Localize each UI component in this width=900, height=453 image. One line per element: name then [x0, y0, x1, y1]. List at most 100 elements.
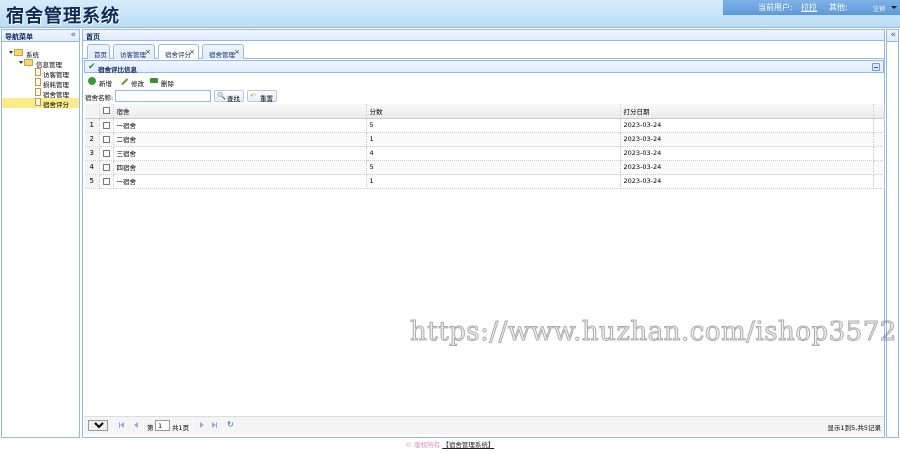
scrollbar-header-spacer [873, 104, 885, 119]
cell-date: 2023-03-24 [620, 118, 874, 133]
dorm-name-input[interactable] [115, 90, 211, 102]
tree-node-dorm-rating[interactable]: 宿舍评分 [2, 98, 79, 109]
delete-button-label: 删除 [161, 80, 174, 88]
folder-icon [24, 59, 33, 66]
nav-panel-title: 导航菜单 [5, 33, 33, 41]
nav-panel: 导航菜单 « 系统 信息管理 访客管理 损耗管理 宿舍管理 宿舍评分 [1, 29, 80, 438]
tree-node-label: 宿舍评分 [43, 101, 69, 109]
cell-spacer [873, 118, 885, 133]
cell-dorm: 三宿舍 [113, 146, 367, 161]
expand-triangle-icon[interactable] [9, 51, 13, 54]
cell-dorm: 一宿舍 [113, 118, 367, 133]
tab-strip: 首页 访客管理 × 宿舍评分 × 宿舍管理 × [82, 41, 885, 60]
center-panel-header: 首页 [82, 29, 885, 41]
cell-date: 2023-03-24 [620, 160, 874, 175]
logout-link[interactable]: 注销 [873, 4, 885, 13]
tab-dorm-rating[interactable]: 宿舍评分 × [158, 44, 199, 60]
expand-triangle-icon[interactable] [19, 61, 23, 64]
row-checkbox[interactable] [99, 174, 114, 189]
edit-button-label: 修改 [131, 80, 144, 88]
grid-panel-header: ✔ 宿舍评比信息 [84, 60, 884, 74]
chevron-down-icon[interactable] [891, 6, 897, 9]
cell-score: 1 [366, 132, 621, 147]
cell-dorm: 四宿舍 [113, 160, 367, 175]
table-row[interactable]: 3 三宿舍 4 2023-03-24 [85, 146, 885, 161]
last-page-bar [216, 422, 217, 428]
footer: © 版权所有 【宿舍管理系统】 [0, 439, 900, 453]
column-header-date[interactable]: 打分日期 [620, 104, 874, 119]
first-page-icon[interactable] [120, 422, 124, 428]
table-row[interactable]: 1 一宿舍 5 2023-03-24 [85, 118, 885, 133]
tree-node-info-management[interactable]: 信息管理 [2, 58, 79, 69]
prev-page-icon[interactable] [134, 422, 138, 428]
east-panel-header: « [887, 30, 898, 42]
footer-link[interactable]: 【宿舍管理系统】 [442, 441, 494, 449]
pager-separator [113, 420, 114, 432]
tree-node-system[interactable]: 系统 [2, 48, 79, 59]
tab-label: 首页 [94, 51, 107, 59]
row-checkbox[interactable] [99, 118, 114, 133]
user-bar: 当前用户: 拉拉 其他: 注销 [723, 0, 900, 15]
cell-date: 2023-03-24 [620, 174, 874, 189]
east-panel: « [886, 29, 899, 438]
grid-panel-title: 宿舍评比信息 [98, 66, 137, 74]
close-icon[interactable]: × [145, 48, 151, 56]
column-header-dorm[interactable]: 宿舍 [113, 104, 367, 119]
edit-button[interactable]: 修改 [119, 76, 150, 88]
pagination-bar: 5 第 共1页 ↻ 显示1到5,共5记录 [84, 416, 884, 434]
pager-separator [143, 420, 144, 432]
search-button[interactable]: 🔍 查找 [214, 90, 244, 103]
next-page-icon[interactable] [200, 422, 204, 428]
cell-score: 5 [366, 118, 621, 133]
cell-spacer [873, 132, 885, 147]
refresh-icon[interactable]: ↻ [227, 420, 234, 429]
tree-node-loss-management[interactable]: 损耗管理 [2, 78, 79, 89]
tab-home[interactable]: 首页 [87, 44, 110, 59]
nav-tree: 系统 信息管理 访客管理 损耗管理 宿舍管理 宿舍评分 [2, 42, 79, 109]
pager-separator [222, 420, 223, 432]
tab-label: 宿舍评分 [165, 51, 191, 59]
file-icon [35, 78, 41, 86]
cell-spacer [873, 174, 885, 189]
table-row[interactable]: 2 二宿舍 1 2023-03-24 [85, 132, 885, 147]
current-user-label: 当前用户: [758, 3, 793, 12]
row-checkbox[interactable] [99, 146, 114, 161]
data-grid: 宿舍 分数 打分日期 1 一宿舍 5 2023-03-24 2 二宿舍 1 20… [85, 104, 885, 189]
current-user-name[interactable]: 拉拉 [801, 2, 817, 13]
cell-spacer [873, 146, 885, 161]
tab-visitor-management[interactable]: 访客管理 × [113, 44, 155, 59]
plus-icon [88, 77, 96, 85]
row-number: 2 [85, 132, 100, 147]
tab-label: 宿舍管理 [209, 51, 235, 59]
add-button[interactable]: 新增 [88, 76, 118, 88]
collapse-panel-button[interactable] [872, 63, 880, 71]
row-number: 1 [85, 118, 100, 133]
reset-button[interactable]: ↶ 重置 [247, 90, 277, 103]
row-checkbox[interactable] [99, 160, 114, 175]
tab-content: ✔ 宿舍评比信息 新增 修改 删除 宿舍名称: 🔍 查找 ↶ 重置 宿舍 分数 … [82, 59, 897, 438]
reset-button-label: 重置 [260, 95, 273, 103]
pager-info: 显示1到5,共5记录 [827, 424, 881, 432]
tree-node-visitor-management[interactable]: 访客管理 [2, 68, 79, 79]
expand-right-icon[interactable]: « [890, 30, 896, 40]
row-checkbox[interactable] [99, 132, 114, 147]
close-icon[interactable]: × [189, 48, 195, 56]
page-prefix: 第 [147, 424, 154, 432]
tab-dorm-management[interactable]: 宿舍管理 × [202, 44, 244, 59]
table-row[interactable]: 4 四宿舍 5 2023-03-24 [85, 160, 885, 175]
add-button-label: 新增 [99, 80, 112, 88]
select-all-checkbox[interactable] [99, 104, 114, 119]
table-row[interactable]: 5 一宿舍 1 2023-03-24 [85, 174, 885, 189]
collapse-left-icon[interactable]: « [70, 30, 76, 40]
page-size-select[interactable]: 5 [88, 420, 108, 431]
dorm-name-label: 宿舍名称: [85, 94, 114, 102]
delete-button[interactable]: 删除 [150, 76, 180, 88]
page-total: 共1页 [172, 424, 190, 432]
tree-node-dorm-management[interactable]: 宿舍管理 [2, 88, 79, 99]
page-number-input[interactable] [155, 420, 170, 431]
copyright-text: © 版权所有 [405, 441, 441, 449]
column-header-score[interactable]: 分数 [366, 104, 621, 119]
cell-score: 1 [366, 174, 621, 189]
close-icon[interactable]: × [234, 48, 240, 56]
search-row: 宿舍名称: 🔍 查找 ↶ 重置 [84, 89, 884, 103]
